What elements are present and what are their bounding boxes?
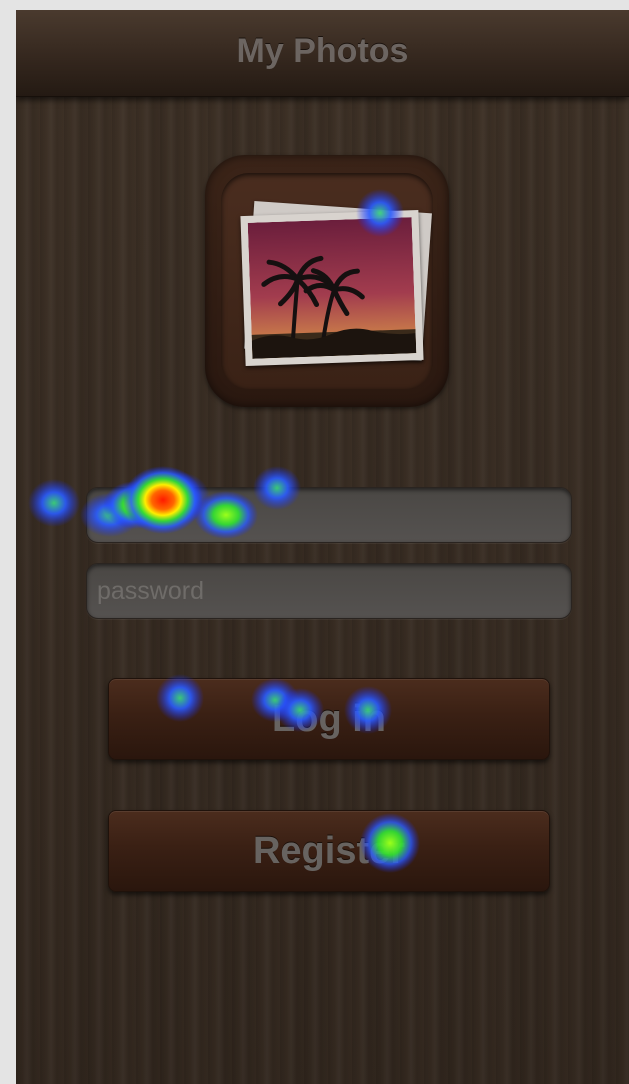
- app-icon-frame: [221, 173, 433, 389]
- photo-stack-front: [240, 209, 424, 367]
- page-title: My Photos: [236, 32, 409, 70]
- palm-tree-photo: [247, 217, 417, 359]
- login-button[interactable]: Log in: [108, 678, 550, 760]
- phone-screen: My Photos Log in Register: [16, 10, 629, 1084]
- photos-icon: [205, 155, 449, 407]
- username-field[interactable]: [86, 487, 572, 543]
- register-button[interactable]: Register: [108, 810, 550, 892]
- password-field[interactable]: [86, 563, 572, 619]
- navigation-bar: My Photos: [16, 10, 629, 97]
- palm-tree-illustration: [247, 217, 417, 359]
- password-input[interactable]: [87, 564, 571, 618]
- username-input[interactable]: [87, 488, 571, 542]
